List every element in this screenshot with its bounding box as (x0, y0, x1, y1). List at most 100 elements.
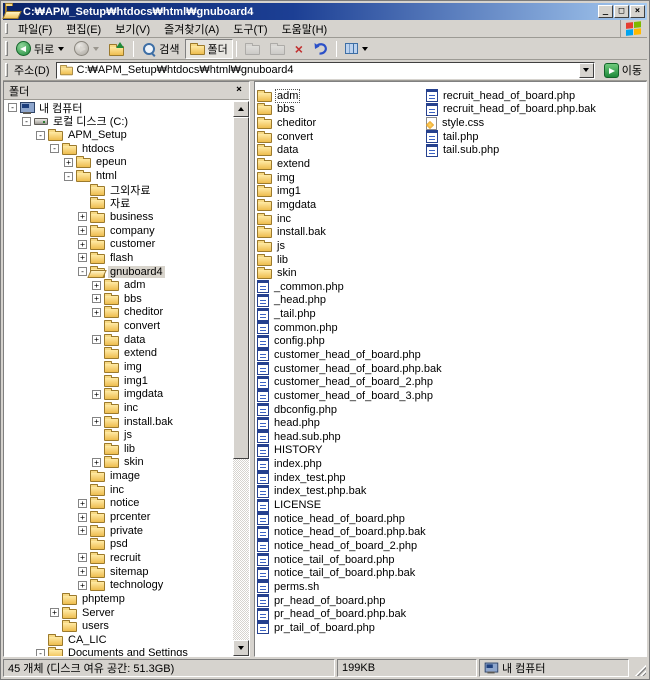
tree-item-private[interactable]: +private (4, 524, 233, 538)
address-dropdown-button[interactable] (579, 63, 594, 78)
scroll-down-button[interactable] (233, 640, 249, 656)
tree-item-prcenter[interactable]: +prcenter (4, 510, 233, 524)
file-item-head-sub-php[interactable]: head.sub.php (257, 430, 443, 444)
back-dropdown-icon[interactable] (58, 47, 64, 51)
plus-expander-icon[interactable]: + (92, 308, 101, 317)
menu-tools[interactable]: 도구(T) (226, 19, 274, 39)
tree-item-psd[interactable]: psd (4, 538, 233, 552)
plus-expander-icon[interactable]: + (92, 281, 101, 290)
address-combo[interactable]: C:₩APM_Setup₩htdocs₩html₩gnuboard4 (56, 62, 595, 79)
title-bar[interactable]: C:₩APM_Setup₩htdocs₩html₩gnuboard4 _ □ × (3, 3, 647, 20)
copy-to-button[interactable] (265, 39, 290, 59)
tree-item-flash[interactable]: +flash (4, 251, 233, 265)
file-item-js[interactable]: js (257, 239, 443, 253)
file-item-customer-head-of-board-3-php[interactable]: customer_head_of_board_3.php (257, 389, 443, 403)
back-button[interactable]: 뒤로 (11, 39, 69, 59)
file-item-lib[interactable]: lib (257, 253, 443, 267)
plus-expander-icon[interactable]: + (92, 417, 101, 426)
tree-item-install-bak[interactable]: +install.bak (4, 415, 233, 429)
file-item-bbs[interactable]: bbs (257, 103, 443, 117)
tree-item-item[interactable]: 자료 (4, 196, 233, 210)
plus-expander-icon[interactable]: + (92, 390, 101, 399)
tree-item-inc[interactable]: inc (4, 401, 233, 415)
up-button[interactable] (104, 39, 130, 59)
plus-expander-icon[interactable]: + (92, 294, 101, 303)
tree-item-htdocs[interactable]: -htdocs (4, 142, 233, 156)
file-item-license[interactable]: LICENSE (257, 498, 443, 512)
scrollbar-track[interactable] (233, 459, 249, 640)
plus-expander-icon[interactable]: + (78, 226, 87, 235)
menu-file[interactable]: 파일(F) (11, 19, 59, 39)
file-item-head-php[interactable]: _head.php (257, 294, 443, 308)
forward-dropdown-icon[interactable] (93, 47, 99, 51)
scrollbar-thumb[interactable] (233, 117, 249, 459)
file-item-tail-sub-php[interactable]: tail.sub.php (426, 144, 597, 158)
tree-item-technology[interactable]: +technology (4, 578, 233, 592)
minus-expander-icon[interactable]: - (36, 131, 45, 140)
plus-expander-icon[interactable]: + (78, 499, 87, 508)
file-item-notice-tail-of-board-php[interactable]: notice_tail_of_board.php (257, 553, 443, 567)
file-item-customer-head-of-board-php-bak[interactable]: customer_head_of_board.php.bak (257, 362, 443, 376)
file-item-index-test-php-bak[interactable]: index_test.php.bak (257, 485, 443, 499)
file-item-tail-php[interactable]: _tail.php (257, 307, 443, 321)
tree-item-notice[interactable]: +notice (4, 497, 233, 511)
file-item-cheditor[interactable]: cheditor (257, 116, 443, 130)
file-item-adm[interactable]: adm (257, 89, 443, 103)
go-button[interactable]: 이동 (599, 61, 647, 79)
plus-expander-icon[interactable]: + (78, 212, 87, 221)
tree-item-server[interactable]: +Server (4, 606, 233, 620)
file-item-style-css[interactable]: style.css (426, 116, 597, 130)
tree-item-ca-lic[interactable]: CA_LIC (4, 633, 233, 647)
views-button[interactable] (340, 39, 373, 59)
tree-item-data[interactable]: +data (4, 333, 233, 347)
plus-expander-icon[interactable]: + (78, 513, 87, 522)
tree-item-bbs[interactable]: +bbs (4, 292, 233, 306)
tree-item-adm[interactable]: +adm (4, 278, 233, 292)
file-item-customer-head-of-board-2-php[interactable]: customer_head_of_board_2.php (257, 375, 443, 389)
tree-item-extend[interactable]: extend (4, 347, 233, 361)
tree-item-documents-and-settings[interactable]: -Documents and Settings (4, 647, 233, 656)
plus-expander-icon[interactable]: + (92, 458, 101, 467)
maximize-button[interactable]: □ (614, 5, 629, 18)
folders-button[interactable]: 폴더 (185, 39, 233, 59)
file-item-inc[interactable]: inc (257, 212, 443, 226)
tree-item-apm-setup[interactable]: -APM_Setup (4, 128, 233, 142)
minimize-button[interactable]: _ (598, 5, 613, 18)
file-item-customer-head-of-board-php[interactable]: customer_head_of_board.php (257, 348, 443, 362)
tree-item-recruit[interactable]: +recruit (4, 551, 233, 565)
menubar-grip[interactable] (5, 23, 8, 35)
addressbar-grip[interactable] (5, 63, 8, 77)
plus-expander-icon[interactable]: + (92, 335, 101, 344)
file-item-common-php[interactable]: common.php (257, 321, 443, 335)
tree-item-convert[interactable]: convert (4, 319, 233, 333)
file-item-imgdata[interactable]: imgdata (257, 198, 443, 212)
plus-expander-icon[interactable]: + (64, 158, 73, 167)
minus-expander-icon[interactable]: - (50, 144, 59, 153)
tree-item-imgdata[interactable]: +imgdata (4, 387, 233, 401)
file-item-notice-head-of-board-php[interactable]: notice_head_of_board.php (257, 512, 443, 526)
file-item-skin[interactable]: skin (257, 266, 443, 280)
tree-item-customer[interactable]: +customer (4, 237, 233, 251)
search-button[interactable]: 검색 (137, 39, 184, 59)
file-item-notice-tail-of-board-php-bak[interactable]: notice_tail_of_board.php.bak (257, 566, 443, 580)
tree-item-image[interactable]: image (4, 469, 233, 483)
file-item-notice-head-of-board-2-php[interactable]: notice_head_of_board_2.php (257, 539, 443, 553)
tree-item-epeun[interactable]: +epeun (4, 156, 233, 170)
plus-expander-icon[interactable]: + (78, 581, 87, 590)
forward-button[interactable] (69, 39, 104, 59)
file-item-img[interactable]: img (257, 171, 443, 185)
menu-favorites[interactable]: 즐겨찾기(A) (157, 19, 226, 39)
move-to-button[interactable] (240, 39, 265, 59)
file-item-data[interactable]: data (257, 144, 443, 158)
file-item-notice-head-of-board-php-bak[interactable]: notice_head_of_board.php.bak (257, 526, 443, 540)
scroll-up-button[interactable] (233, 101, 249, 117)
plus-expander-icon[interactable]: + (78, 567, 87, 576)
file-item-recruit-head-of-board-php[interactable]: recruit_head_of_board.php (426, 89, 597, 103)
minus-expander-icon[interactable]: - (78, 267, 87, 276)
minus-expander-icon[interactable]: - (64, 172, 73, 181)
file-item-index-test-php[interactable]: index_test.php (257, 471, 443, 485)
file-item-recruit-head-of-board-php-bak[interactable]: recruit_head_of_board.php.bak (426, 103, 597, 117)
tree-item-c[interactable]: -로컬 디스크 (C:) (4, 115, 233, 129)
file-item-install-bak[interactable]: install.bak (257, 225, 443, 239)
menu-view[interactable]: 보기(V) (108, 19, 157, 39)
